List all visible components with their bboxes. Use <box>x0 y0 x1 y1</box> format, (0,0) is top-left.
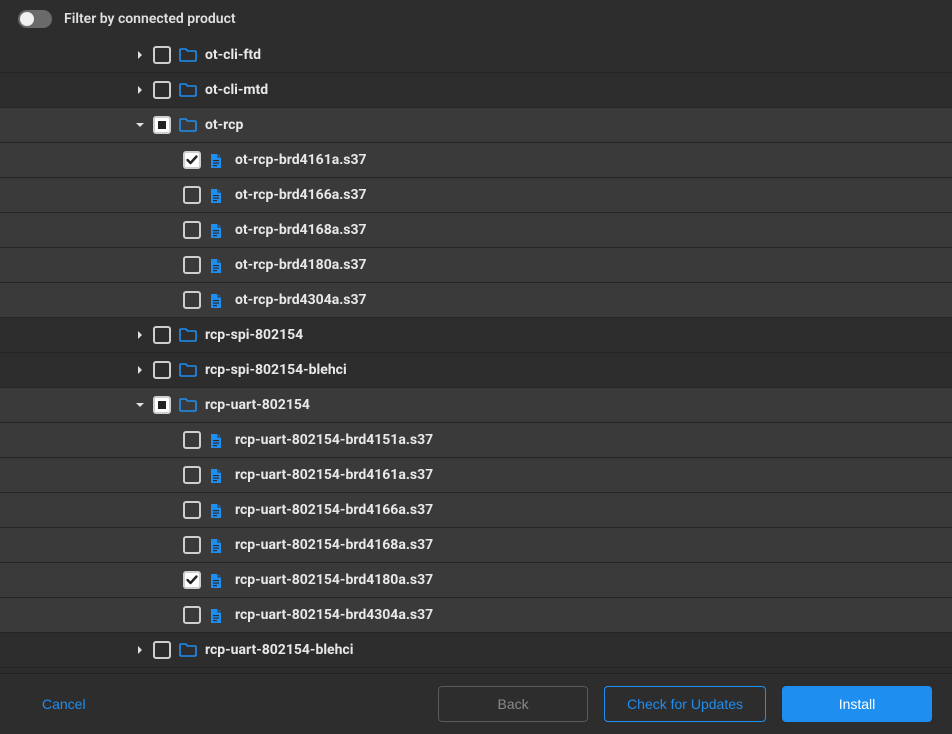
checkbox[interactable] <box>153 396 171 414</box>
tree-file-row[interactable]: rcp-uart-802154-brd4168a.s37 <box>0 528 952 563</box>
tree-folder-row[interactable]: rcp-spi-802154 <box>0 318 952 353</box>
tree-file-row[interactable]: rcp-uart-802154-brd4151a.s37 <box>0 423 952 458</box>
file-label: ot-rcp-brd4304a.s37 <box>235 292 367 308</box>
checkbox[interactable] <box>153 361 171 379</box>
checkbox[interactable] <box>153 81 171 99</box>
file-icon <box>209 153 227 167</box>
checkbox[interactable] <box>153 46 171 64</box>
chevron-right-icon[interactable] <box>135 365 145 375</box>
file-icon <box>209 188 227 202</box>
file-label: rcp-uart-802154-brd4151a.s37 <box>235 432 433 448</box>
tree-folder-row[interactable]: ot-cli-ftd <box>0 38 952 73</box>
file-icon <box>209 608 227 622</box>
checkbox[interactable] <box>183 221 201 239</box>
tree-folder-row[interactable]: rcp-spi-802154-blehci <box>0 353 952 388</box>
file-label: ot-rcp-brd4180a.s37 <box>235 257 367 273</box>
file-icon <box>209 538 227 552</box>
tree-folder-row[interactable]: ot-cli-mtd <box>0 73 952 108</box>
toggle-knob <box>20 12 34 26</box>
file-label: rcp-uart-802154-brd4161a.s37 <box>235 467 433 483</box>
chevron-right-icon[interactable] <box>135 645 145 655</box>
folder-label: rcp-spi-802154-blehci <box>205 362 347 378</box>
checkbox[interactable] <box>183 151 201 169</box>
chevron-right-icon[interactable] <box>135 50 145 60</box>
chevron-down-icon[interactable] <box>135 400 145 410</box>
file-label: ot-rcp-brd4166a.s37 <box>235 187 367 203</box>
tree-file-row[interactable]: ot-rcp-brd4161a.s37 <box>0 143 952 178</box>
install-button[interactable]: Install <box>782 686 932 722</box>
folder-icon <box>179 363 197 377</box>
tree-file-row[interactable]: ot-rcp-brd4166a.s37 <box>0 178 952 213</box>
chevron-right-icon[interactable] <box>135 85 145 95</box>
tree-folder-row[interactable]: rcp-uart-802154 <box>0 388 952 423</box>
checkbox[interactable] <box>153 326 171 344</box>
file-label: ot-rcp-brd4161a.s37 <box>235 152 367 168</box>
file-icon <box>209 573 227 587</box>
file-label: rcp-uart-802154-brd4304a.s37 <box>235 607 433 623</box>
tree-file-row[interactable]: ot-rcp-brd4168a.s37 <box>0 213 952 248</box>
checkbox[interactable] <box>183 536 201 554</box>
checkbox[interactable] <box>183 431 201 449</box>
cancel-button[interactable]: Cancel <box>20 686 108 722</box>
file-label: ot-rcp-brd4168a.s37 <box>235 222 367 238</box>
chevron-down-icon[interactable] <box>135 120 145 130</box>
checkbox[interactable] <box>183 501 201 519</box>
footer-bar: Cancel Back Check for Updates Install <box>0 673 952 734</box>
tree-file-row[interactable]: rcp-uart-802154-brd4304a.s37 <box>0 598 952 633</box>
tree-file-row[interactable]: ot-rcp-brd4304a.s37 <box>0 283 952 318</box>
tree-file-row[interactable]: rcp-uart-802154-brd4166a.s37 <box>0 493 952 528</box>
folder-icon <box>179 83 197 97</box>
back-button[interactable]: Back <box>438 686 588 722</box>
folder-icon <box>179 328 197 342</box>
tree-folder-row[interactable]: ot-rcp <box>0 108 952 143</box>
checkbox[interactable] <box>153 641 171 659</box>
filter-label: Filter by connected product <box>64 11 236 27</box>
folder-icon <box>179 398 197 412</box>
file-icon <box>209 503 227 517</box>
tree-file-row[interactable]: rcp-uart-802154-brd4161a.s37 <box>0 458 952 493</box>
checkbox[interactable] <box>183 606 201 624</box>
chevron-right-icon[interactable] <box>135 330 145 340</box>
checkbox[interactable] <box>183 256 201 274</box>
folder-icon <box>179 643 197 657</box>
file-label: rcp-uart-802154-brd4168a.s37 <box>235 537 433 553</box>
folder-icon <box>179 48 197 62</box>
tree-file-row[interactable]: rcp-uart-802154-brd4180a.s37 <box>0 563 952 598</box>
checkbox[interactable] <box>183 186 201 204</box>
file-tree[interactable]: ot-cli-ftd ot-cli-mtd ot-rcp ot-rcp-brd4161… <box>0 38 952 673</box>
folder-label: ot-cli-mtd <box>205 82 268 98</box>
folder-label: rcp-uart-802154-blehci <box>205 642 353 658</box>
checkbox[interactable] <box>183 571 201 589</box>
checkbox[interactable] <box>183 291 201 309</box>
file-icon <box>209 433 227 447</box>
folder-label: rcp-spi-802154 <box>205 327 303 343</box>
file-label: rcp-uart-802154-brd4180a.s37 <box>235 572 433 588</box>
file-icon <box>209 223 227 237</box>
checkbox[interactable] <box>153 116 171 134</box>
folder-label: ot-cli-ftd <box>205 47 261 63</box>
tree-file-row[interactable]: ot-rcp-brd4180a.s37 <box>0 248 952 283</box>
folder-label: ot-rcp <box>205 117 243 133</box>
file-icon <box>209 258 227 272</box>
folder-icon <box>179 118 197 132</box>
check-updates-button[interactable]: Check for Updates <box>604 686 766 722</box>
file-label: rcp-uart-802154-brd4166a.s37 <box>235 502 433 518</box>
header-bar: Filter by connected product <box>0 0 952 38</box>
file-icon <box>209 468 227 482</box>
file-icon <box>209 293 227 307</box>
checkbox[interactable] <box>183 466 201 484</box>
folder-label: rcp-uart-802154 <box>205 397 310 413</box>
tree-folder-row[interactable]: rcp-uart-802154-blehci <box>0 633 952 668</box>
filter-toggle[interactable] <box>18 10 52 28</box>
